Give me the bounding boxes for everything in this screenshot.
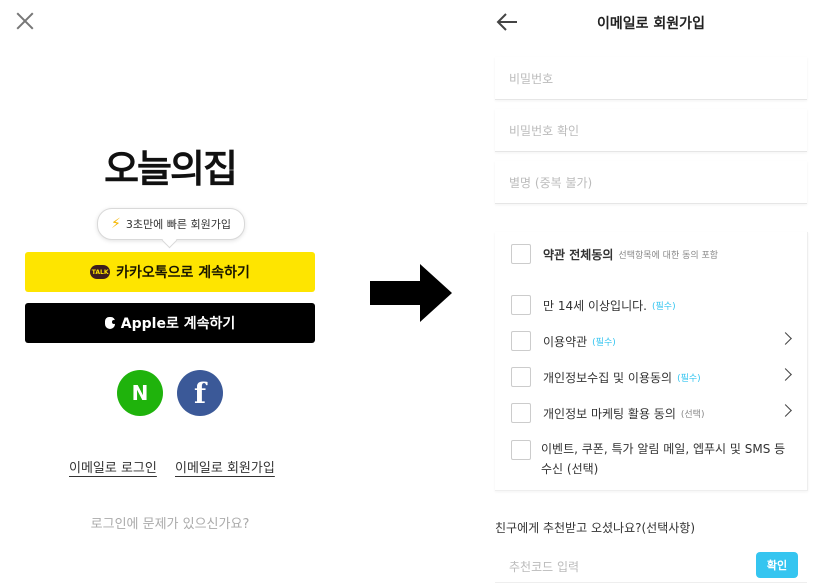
apple-icon xyxy=(104,317,116,329)
required-tag: (필수) xyxy=(677,373,701,384)
kakao-talk-icon: TALK xyxy=(90,265,111,279)
referral-placeholder: 추천코드 입력 xyxy=(509,560,580,574)
apple-login-button[interactable]: Apple로 계속하기 xyxy=(25,303,315,343)
login-trouble-link[interactable]: 로그인에 문제가 있으신가요? xyxy=(0,513,340,532)
terms-all-label: 약관 전체동의 xyxy=(543,247,614,262)
terms-all-row[interactable]: 약관 전체동의 선택항목에 대한 동의 포함 xyxy=(511,241,796,267)
tos-checkbox[interactable] xyxy=(511,331,531,351)
age-label: 만 14세 이상입니다. xyxy=(543,298,647,313)
required-tag: (필수) xyxy=(652,301,676,312)
age-checkbox[interactable] xyxy=(511,295,531,315)
password-confirm-placeholder: 비밀번호 확인 xyxy=(509,124,580,138)
terms-age-row[interactable]: 만 14세 이상입니다. (필수) xyxy=(511,292,796,318)
tooltip-text: 3초만에 빠른 회원가입 xyxy=(125,218,231,231)
lightning-icon: ⚡ xyxy=(111,216,121,232)
referral-label: 친구에게 추천받고 오셨나요?(선택사항) xyxy=(495,521,696,535)
close-icon[interactable] xyxy=(14,10,36,32)
terms-privacy-row[interactable]: 개인정보수집 및 이용동의 (필수) xyxy=(511,364,796,390)
events-label-line1: 이벤트, 쿠폰, 특가 알림 메일, 엡푸시 및 SMS 등 xyxy=(541,442,786,456)
password-placeholder: 비밀번호 xyxy=(509,72,554,86)
terms-all-sub: 선택항목에 대한 동의 포함 xyxy=(618,250,719,261)
chevron-right-icon[interactable] xyxy=(779,332,792,345)
kakao-button-label: 카카오톡으로 계속하기 xyxy=(116,265,250,281)
password-field[interactable]: 비밀번호 xyxy=(495,57,807,100)
arrow-right-icon xyxy=(370,264,452,322)
tos-label: 이용약관 xyxy=(543,334,588,349)
referral-confirm-button[interactable]: 확인 xyxy=(756,552,798,578)
marketing-label: 개인정보 마케팅 활용 동의 xyxy=(543,406,676,421)
marketing-checkbox[interactable] xyxy=(511,403,531,423)
terms-tos-row[interactable]: 이용약관 (필수) xyxy=(511,328,796,354)
events-checkbox[interactable] xyxy=(511,440,531,460)
naver-icon: N xyxy=(131,381,149,405)
naver-login-button[interactable]: N xyxy=(117,370,163,416)
email-login-link[interactable]: 이메일로 로그인 xyxy=(69,457,157,476)
facebook-login-button[interactable]: f xyxy=(177,370,223,416)
privacy-label: 개인정보수집 및 이용동의 xyxy=(543,370,673,385)
facebook-icon: f xyxy=(193,376,207,410)
terms-marketing-row[interactable]: 개인정보 마케팅 활용 동의 (선택) xyxy=(511,400,796,426)
optional-tag: (선택) xyxy=(680,409,705,420)
privacy-checkbox[interactable] xyxy=(511,367,531,387)
apple-button-label: Apple로 계속하기 xyxy=(120,316,236,332)
optional-tag: (선택) xyxy=(566,462,599,476)
terms-all-checkbox[interactable] xyxy=(511,244,531,264)
chevron-right-icon[interactable] xyxy=(779,404,792,417)
chevron-right-icon[interactable] xyxy=(779,368,792,381)
events-label-line2-wrap: 수신 (선택) xyxy=(541,460,598,477)
password-confirm-field[interactable]: 비밀번호 확인 xyxy=(495,109,807,152)
page-title: 이메일로 회원가입 xyxy=(597,16,705,32)
events-label-line2: 수신 xyxy=(541,462,564,476)
nickname-field[interactable]: 별명 (중복 불가) xyxy=(495,161,807,204)
nickname-placeholder: 별명 (중복 불가) xyxy=(509,176,593,190)
email-signup-link[interactable]: 이메일로 회원가입 xyxy=(175,457,275,476)
kakao-login-button[interactable]: TALK 카카오톡으로 계속하기 xyxy=(25,252,315,292)
required-tag: (필수) xyxy=(592,337,616,348)
app-logo: 오늘의집 xyxy=(104,147,238,191)
